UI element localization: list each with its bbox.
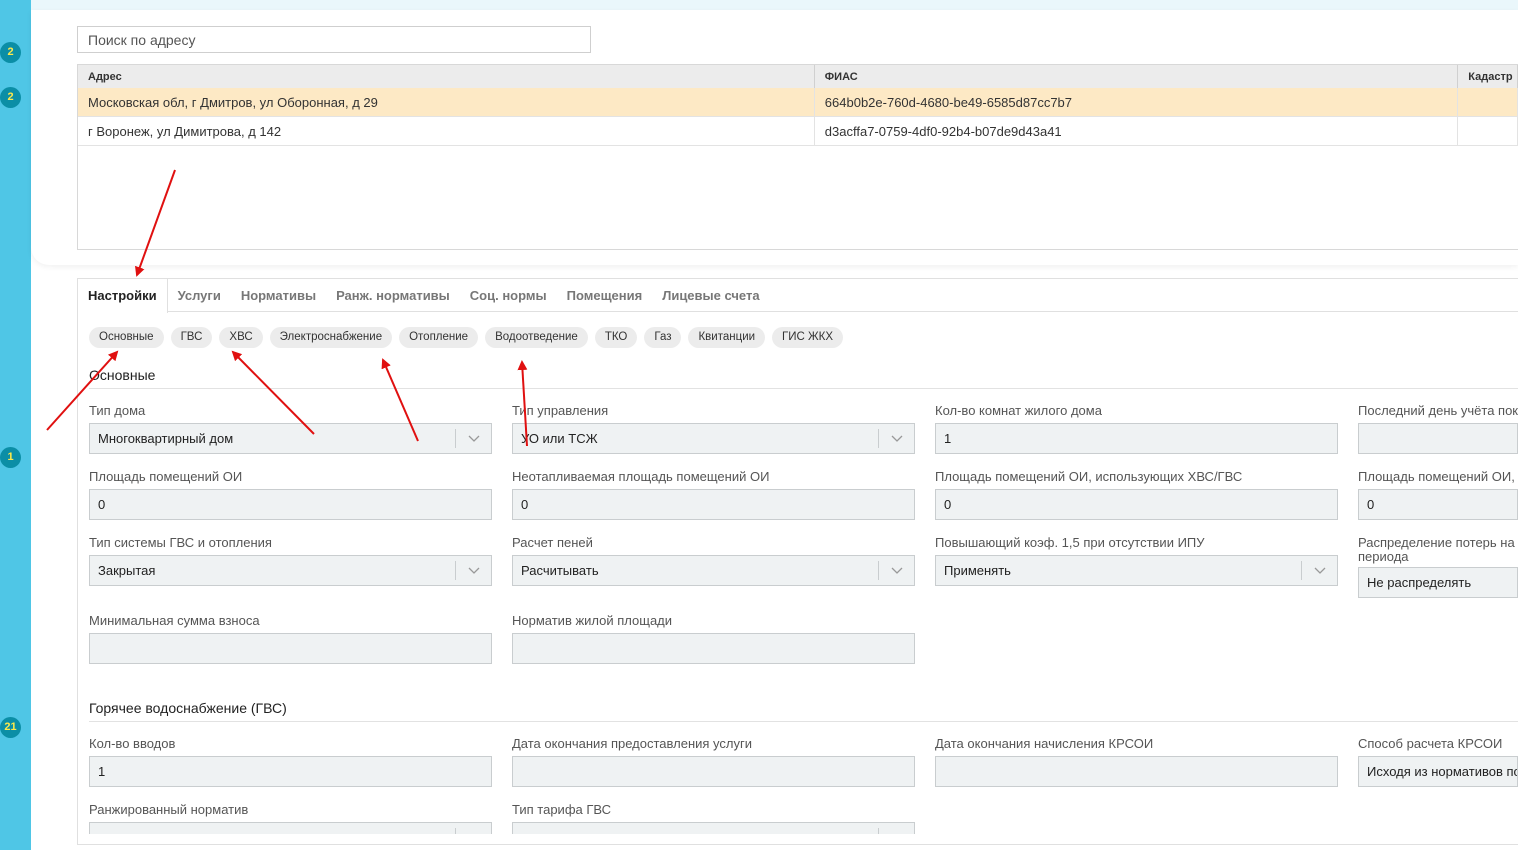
address-cell: г Воронеж, ул Димитрова, д 142 xyxy=(78,117,815,145)
krsoi-end-date-label: Дата окончания начисления КРСОИ xyxy=(935,736,1154,751)
fias-cell: d3acffa7-0759-4df0-92b4-b07de9d43a41 xyxy=(815,117,1459,145)
address-search-input[interactable] xyxy=(77,26,591,53)
oi-area-hvs-gvs-label: Площадь помещений ОИ, использующих ХВС/Г… xyxy=(935,469,1243,484)
ranked-norm-select[interactable] xyxy=(89,822,492,834)
management-type-value: УО или ТСЖ xyxy=(521,431,598,446)
krsoi-end-date-input[interactable] xyxy=(935,756,1338,787)
penalty-calc-label: Расчет пеней xyxy=(512,535,593,550)
column-header-fias[interactable]: ФИАС xyxy=(815,65,1459,88)
table-row[interactable]: г Воронеж, ул Димитрова, д 142 d3acffa7-… xyxy=(78,117,1518,146)
table-row[interactable]: Московская обл, г Дмитров, ул Оборонная,… xyxy=(78,88,1518,117)
penalty-calc-value: Расчитывать xyxy=(521,563,599,578)
left-strip: 2 2 1 21 xyxy=(0,0,31,850)
rooms-count-input[interactable]: 1 xyxy=(935,423,1338,454)
table-header: Адрес ФИАС Кадастр xyxy=(78,65,1518,88)
count-badge[interactable]: 2 xyxy=(0,87,21,108)
inputs-count-label: Кол-во вводов xyxy=(89,736,176,751)
ranked-norm-label: Ранжированный норматив xyxy=(89,802,249,817)
section-divider xyxy=(89,388,1518,389)
chevron-down-icon xyxy=(455,429,491,448)
chevron-down-icon xyxy=(455,561,491,580)
count-badge[interactable]: 2 xyxy=(0,42,21,63)
krsoi-method-label: Способ расчета КРСОИ xyxy=(1358,736,1503,751)
column-header-cadastre[interactable]: Кадастр xyxy=(1458,65,1518,88)
loss-distribution-label: Распределение потерь на xyxy=(1358,535,1515,550)
chevron-down-icon xyxy=(455,828,491,834)
section-divider xyxy=(89,721,1518,722)
chevron-down-icon xyxy=(878,429,914,448)
living-area-norm-input[interactable] xyxy=(512,633,915,664)
column-header-address[interactable]: Адрес xyxy=(78,65,815,88)
cadastre-cell xyxy=(1458,88,1518,116)
oi-area-cut-label: Площадь помещений ОИ, и xyxy=(1358,469,1518,484)
unheated-oi-area-input[interactable]: 0 xyxy=(512,489,915,520)
oi-area-cut-input[interactable]: 0 xyxy=(1358,489,1518,520)
section-title-main: Основные xyxy=(89,367,156,383)
house-settings-panel: Настройки Услуги Нормативы Ранж. нормати… xyxy=(77,278,1518,845)
chevron-down-icon xyxy=(878,561,914,580)
gvs-tariff-type-select[interactable] xyxy=(512,822,915,834)
count-badge[interactable]: 21 xyxy=(0,717,21,738)
inputs-count-input[interactable]: 1 xyxy=(89,756,492,787)
settings-form: Основные Тип дома Многоквартирный дом Ти… xyxy=(78,279,1518,834)
coef-15-select[interactable]: Применять xyxy=(935,555,1338,586)
count-badge[interactable]: 1 xyxy=(0,447,21,468)
krsoi-method-select[interactable]: Исходя из нормативов по xyxy=(1358,756,1518,787)
cadastre-cell xyxy=(1458,117,1518,145)
gvs-heating-system-label: Тип системы ГВС и отопления xyxy=(89,535,272,550)
section-title-gvs: Горячее водоснабжение (ГВС) xyxy=(89,700,287,716)
address-table: Адрес ФИАС Кадастр Московская обл, г Дми… xyxy=(77,64,1518,250)
gvs-heating-system-value: Закрытая xyxy=(98,563,156,578)
living-area-norm-label: Норматив жилой площади xyxy=(512,613,673,628)
management-type-label: Тип управления xyxy=(512,403,609,418)
min-contribution-label: Минимальная сумма взноса xyxy=(89,613,260,628)
oi-area-input[interactable]: 0 xyxy=(89,489,492,520)
fias-cell: 664b0b2e-760d-4680-be49-6585d87cc7b7 xyxy=(815,88,1459,116)
coef-15-value: Применять xyxy=(944,563,1011,578)
house-type-label: Тип дома xyxy=(89,403,146,418)
gvs-heating-system-select[interactable]: Закрытая xyxy=(89,555,492,586)
chevron-down-icon xyxy=(1301,561,1337,580)
oi-area-hvs-gvs-input[interactable]: 0 xyxy=(935,489,1338,520)
oi-area-label: Площадь помещений ОИ xyxy=(89,469,243,484)
penalty-calc-select[interactable]: Расчитывать xyxy=(512,555,915,586)
coef-15-label: Повышающий коэф. 1,5 при отсутствии ИПУ xyxy=(935,535,1205,550)
gvs-tariff-type-label: Тип тарифа ГВС xyxy=(512,802,612,817)
loss-distribution-select[interactable]: Не распределять xyxy=(1358,567,1518,598)
unheated-oi-area-label: Неотапливаемая площадь помещений ОИ xyxy=(512,469,770,484)
house-type-select[interactable]: Многоквартирный дом xyxy=(89,423,492,454)
last-day-label: Последний день учёта пок xyxy=(1358,403,1518,418)
last-day-input[interactable] xyxy=(1358,423,1518,454)
service-end-date-label: Дата окончания предоставления услуги xyxy=(512,736,752,751)
rooms-count-label: Кол-во комнат жилого дома xyxy=(935,403,1102,418)
service-end-date-input[interactable] xyxy=(512,756,915,787)
management-type-select[interactable]: УО или ТСЖ xyxy=(512,423,915,454)
chevron-down-icon xyxy=(878,828,914,834)
address-cell: Московская обл, г Дмитров, ул Оборонная,… xyxy=(78,88,815,116)
top-band xyxy=(31,0,1518,10)
house-type-value: Многоквартирный дом xyxy=(98,431,234,446)
loss-distribution-label-2: периода xyxy=(1358,549,1409,564)
min-contribution-input[interactable] xyxy=(89,633,492,664)
